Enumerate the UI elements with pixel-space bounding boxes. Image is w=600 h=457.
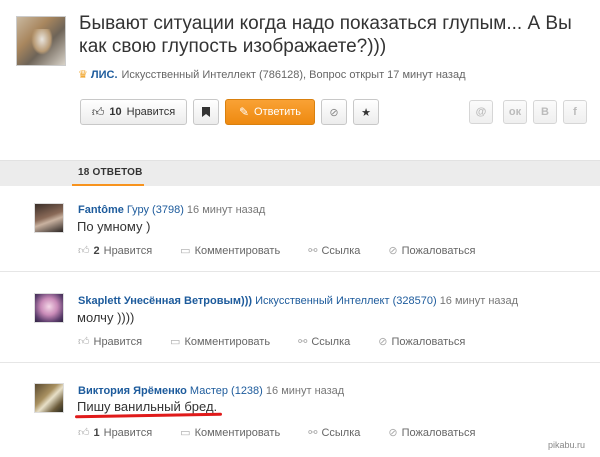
answer-avatar[interactable] — [34, 203, 64, 233]
question-meta-text: Искусственный Интеллект (786128), Вопрос… — [121, 69, 466, 81]
answer-avatar[interactable] — [34, 383, 64, 413]
answer-like-label: Нравится — [103, 426, 153, 439]
answer-actions: 👍︎ Нравится ▭ Комментировать ⚯ Ссылка ⊘ Пожа… — [78, 335, 493, 349]
answer-divider — [0, 271, 600, 272]
facebook-icon: f — [573, 106, 577, 118]
question-author-name[interactable]: ЛИС. — [91, 69, 118, 81]
thumbs-up-icon: 👍︎ — [91, 104, 105, 119]
thumbs-up-icon: 👍︎ — [78, 427, 90, 439]
block-icon: ⊘ — [378, 336, 388, 348]
star-icon: ★ — [361, 106, 371, 119]
link-icon: ⚯ — [308, 245, 318, 257]
like-button[interactable]: 👍︎ 10 Нравится — [80, 99, 187, 125]
answer-author-rank[interactable]: Гуру (3798) — [127, 204, 184, 216]
share-vk-button[interactable]: В — [533, 100, 557, 124]
answer-actions: 👍︎ 2 Нравится ▭ Комментировать ⚯ Ссылка ⊘ Пож… — [78, 244, 503, 258]
answer-like-button[interactable]: 👍︎ 2 Нравится — [78, 244, 153, 258]
answer-author-name[interactable]: Fantôme — [78, 204, 124, 216]
answer-text: молчу )))) — [77, 310, 135, 325]
favorite-button[interactable]: ★ — [353, 99, 379, 125]
comment-icon: ✎ — [238, 105, 250, 119]
answer-link-button[interactable]: ⚯ Ссылка — [308, 426, 361, 440]
answer-time: 16 минут назад — [265, 385, 345, 397]
comment-icon: ▭ — [180, 245, 191, 257]
answer-like-count: 1 — [93, 426, 100, 439]
link-icon: ⚯ — [308, 427, 318, 439]
bookmark-button[interactable] — [193, 99, 219, 125]
vk-icon: В — [541, 106, 549, 118]
answer-comment-label: Комментировать — [194, 244, 281, 257]
block-icon: ⊘ — [388, 427, 398, 439]
share-mail-button[interactable]: @ — [469, 100, 493, 124]
answer-link-button[interactable]: ⚯ Ссылка — [298, 335, 351, 349]
answer-comment-label: Комментировать — [194, 426, 281, 439]
answer-header: Виктория Ярёменко Мастер (1238) 16 минут… — [78, 385, 344, 397]
answer-time: 16 минут назад — [186, 204, 266, 216]
answer-report-label: Пожаловаться — [401, 426, 476, 439]
crown-icon: ♛ — [78, 69, 88, 81]
answer-header: Fantôme Гуру (3798) 16 минут назад — [78, 204, 265, 216]
like-label: Нравится — [126, 106, 176, 118]
answer-like-label: Нравится — [103, 244, 153, 257]
comment-icon: ▭ — [170, 336, 181, 348]
odnoklassniki-icon: ок — [508, 106, 522, 118]
watermark: pikabu.ru — [548, 440, 586, 450]
answer-like-button[interactable]: 👍︎ Нравится — [78, 335, 143, 349]
answer-report-button[interactable]: ⊘ Пожаловаться — [388, 426, 476, 440]
question-author-avatar[interactable] — [16, 16, 66, 66]
like-count: 10 — [109, 106, 122, 118]
answer-like-count: 2 — [93, 244, 100, 257]
answer-link-label: Ссылка — [321, 426, 361, 439]
answer-actions: 👍︎ 1 Нравится ▭ Комментировать ⚯ Ссылка ⊘ Пож… — [78, 426, 503, 440]
mail-icon: @ — [475, 106, 487, 118]
share-ok-button[interactable]: ок — [503, 100, 527, 124]
answer-author-name[interactable]: Виктория Ярёменко — [78, 385, 187, 397]
thumbs-up-icon: 👍︎ — [78, 336, 90, 348]
tab-answers[interactable]: 18 ОТВЕТОВ — [78, 167, 143, 178]
answer-author-rank[interactable]: Искусственный Интеллект (328570) — [255, 295, 437, 307]
answer-report-button[interactable]: ⊘ Пожаловаться — [378, 335, 466, 349]
thumbs-up-icon: 👍︎ — [78, 245, 90, 257]
question-title: Бывают ситуации когда надо показаться гл… — [79, 13, 572, 57]
answer-report-button[interactable]: ⊘ Пожаловаться — [388, 244, 476, 258]
answer-label: Ответить — [254, 106, 302, 118]
block-icon: ⊘ — [388, 245, 398, 257]
bookmark-icon — [202, 107, 210, 117]
answer-comment-button[interactable]: ▭ Комментировать — [180, 244, 281, 258]
answer-comment-label: Комментировать — [184, 335, 271, 348]
tab-active-indicator — [72, 184, 144, 186]
answer-author-rank[interactable]: Мастер (1238) — [190, 385, 263, 397]
comment-icon: ▭ — [180, 427, 191, 439]
answer-header: Skaplett Унесённая Ветровым))) Искусстве… — [78, 295, 518, 307]
answer-time: 16 минут назад — [439, 295, 519, 307]
answer-link-label: Ссылка — [311, 335, 351, 348]
question-meta: ♛ ЛИС. Искусственный Интеллект (786128), В… — [78, 68, 466, 81]
block-icon: ⊘ — [329, 106, 339, 119]
answer-link-label: Ссылка — [321, 244, 361, 257]
answer-report-label: Пожаловаться — [391, 335, 466, 348]
answer-avatar[interactable] — [34, 293, 64, 323]
answer-divider — [0, 362, 600, 363]
answer-author-name[interactable]: Skaplett Унесённая Ветровым))) — [78, 295, 252, 307]
block-button[interactable]: ⊘ — [321, 99, 347, 125]
answer-text: Пишу ванильный бред. — [77, 399, 218, 414]
answer-like-button[interactable]: 👍︎ 1 Нравится — [78, 426, 153, 440]
link-icon: ⚯ — [298, 336, 308, 348]
answer-button[interactable]: ✎ Ответить — [225, 99, 315, 125]
answer-like-label: Нравится — [93, 335, 143, 348]
share-fb-button[interactable]: f — [563, 100, 587, 124]
answer-report-label: Пожаловаться — [401, 244, 476, 257]
answer-link-button[interactable]: ⚯ Ссылка — [308, 244, 361, 258]
answer-comment-button[interactable]: ▭ Комментировать — [180, 426, 281, 440]
answer-comment-button[interactable]: ▭ Комментировать — [170, 335, 271, 349]
answer-text: По умному ) — [77, 219, 151, 234]
